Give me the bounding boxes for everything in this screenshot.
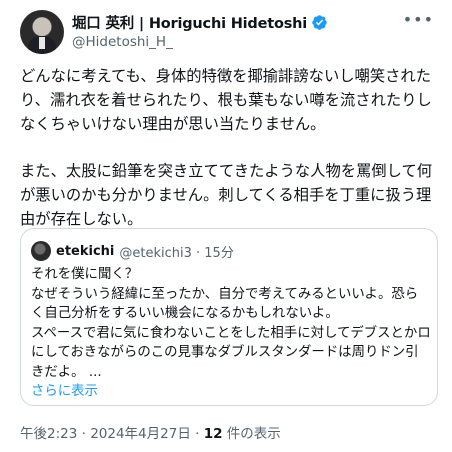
author-name-row: 堀口 英利 | Horiguchi Hidetoshi bbox=[72, 12, 328, 33]
author-handle[interactable]: @Hidetoshi_H_ bbox=[72, 34, 173, 50]
quoted-author-name: etekichi bbox=[56, 243, 115, 259]
quoted-tweet[interactable]: etekichi @etekichi3 · 15分 それを僕に聞く？ なぜそうい… bbox=[20, 228, 438, 406]
verified-badge-icon bbox=[312, 15, 327, 30]
tweet-paragraph-1: どんなに考えても、身体的特徴を揶揄誹謗ないし嘲笑されたり、濡れ衣を着せられたり、… bbox=[20, 67, 432, 133]
quoted-author-avatar bbox=[31, 241, 51, 261]
tweet-metadata: 午後2:23 · 2024年4月27日 · 12 件の表示 bbox=[20, 422, 281, 442]
quoted-tweet-text: それを僕に聞く？ なぜそういう経緯に至ったか、自分で考えてみるといいよ。恐らく自… bbox=[31, 265, 431, 402]
tweet-paragraph-2: また、太股に鉛筆を突き立ててきたような人物を罵倒して何が悪いのかも分かりません。… bbox=[20, 162, 433, 228]
quoted-line-1: それを僕に聞く？ bbox=[31, 267, 139, 282]
tweet-header: 堀口 英利 | Horiguchi Hidetoshi @Hidetoshi_H… bbox=[20, 8, 440, 58]
tweet-timestamp[interactable]: 午後2:23 · 2024年4月27日 · bbox=[20, 426, 204, 442]
tweet-body: どんなに考えても、身体的特徴を揶揄誹謗ないし嘲笑されたり、濡れ衣を着せられたり、… bbox=[20, 64, 440, 254]
quoted-line-3: スペースで君に気に食わないことをした相手に対してデブスとかロにしておきながらのこ… bbox=[31, 325, 431, 380]
quoted-author-handle-time: @etekichi3 · 15分 bbox=[119, 245, 234, 261]
author-name[interactable]: 堀口 英利 | Horiguchi Hidetoshi bbox=[72, 12, 307, 33]
author-avatar[interactable] bbox=[20, 10, 64, 54]
show-more-link[interactable]: さらに表示 bbox=[31, 382, 431, 402]
quoted-line-2: なぜそういう経緯に至ったか、自分で考えてみるといいよ。恐らく自己分析をするいい機… bbox=[31, 286, 419, 322]
views-label: 件の表示 bbox=[222, 426, 281, 442]
quoted-tweet-header: etekichi @etekichi3 · 15分 bbox=[31, 241, 234, 261]
views-count: 12 bbox=[203, 426, 223, 442]
avatar-shirt bbox=[39, 37, 45, 49]
more-horizontal-icon[interactable]: ••• bbox=[403, 10, 434, 29]
